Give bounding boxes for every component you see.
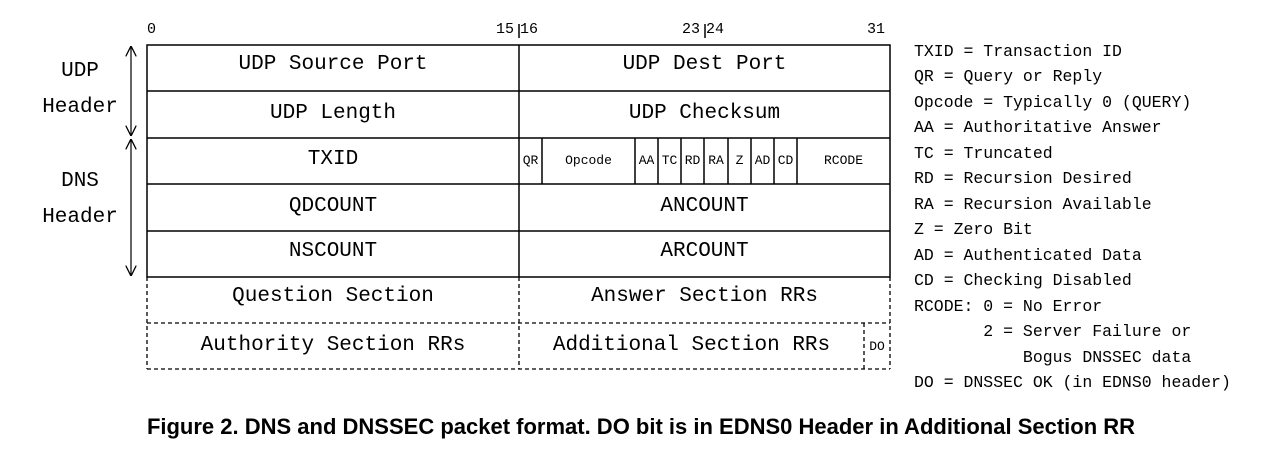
cd-flag: CD bbox=[777, 153, 794, 168]
legend-line: Z = Zero Bit bbox=[914, 220, 1033, 239]
txid-field: TXID bbox=[307, 148, 359, 171]
opcode-field: Opcode bbox=[565, 153, 612, 168]
legend-line: DO = DNSSEC OK (in EDNS0 header) bbox=[914, 373, 1231, 392]
figure-caption: Figure 2. DNS and DNSSEC packet format. … bbox=[146, 414, 1136, 439]
legend-line: Bogus DNSSEC data bbox=[914, 347, 1192, 367]
udp-length-field: UDP Length bbox=[269, 102, 397, 125]
udp-checksum-field: UDP Checksum bbox=[628, 102, 781, 125]
ad-flag: AD bbox=[754, 153, 771, 168]
legend-line: AA = Authoritative Answer bbox=[914, 118, 1162, 137]
legend-line: AD = Authenticated Data bbox=[914, 245, 1142, 265]
tc-flag: TC bbox=[661, 153, 678, 168]
legend-line: RCODE: 0 = No Error bbox=[914, 296, 1103, 316]
legend-line: CD = Checking Disabled bbox=[914, 271, 1132, 290]
udp-header-label: UDP Header bbox=[42, 60, 118, 119]
answer-section: Answer Section RRs bbox=[591, 285, 818, 308]
question-section: Question Section bbox=[232, 285, 434, 308]
abbreviation-legend: TXID = Transaction ID QR = Query or Reply… bbox=[914, 13, 1231, 421]
do-bit: DO bbox=[869, 339, 885, 354]
additional-section: Additional Section RRs bbox=[552, 334, 831, 357]
legend-line: 2 = Server Failure or bbox=[914, 322, 1192, 341]
udp-source-port-field: UDP Source Port bbox=[238, 53, 428, 76]
arcount-field: ARCOUNT bbox=[660, 240, 749, 263]
legend-line: TXID = Transaction ID bbox=[914, 41, 1122, 61]
authority-section: Authority Section RRs bbox=[200, 334, 466, 357]
z-flag: Z bbox=[735, 153, 744, 168]
rd-flag: RD bbox=[684, 153, 701, 168]
nscount-field: NSCOUNT bbox=[288, 240, 378, 263]
legend-line: RA = Recursion Available bbox=[914, 194, 1152, 214]
legend-line: RD = Recursion Desired bbox=[914, 169, 1132, 188]
ra-flag: RA bbox=[708, 153, 724, 168]
dns-header-label: DNS Header bbox=[42, 170, 118, 229]
ancount-field: ANCOUNT bbox=[660, 195, 749, 218]
legend-line: TC = Truncated bbox=[914, 143, 1053, 163]
legend-line: Opcode = Typically 0 (QUERY) bbox=[914, 92, 1192, 112]
aa-flag: AA bbox=[638, 153, 655, 168]
legend-line: QR = Query or Reply bbox=[914, 67, 1103, 86]
udp-dest-port-field: UDP Dest Port bbox=[622, 53, 787, 76]
qdcount-field: QDCOUNT bbox=[288, 195, 378, 218]
rcode-field: RCODE bbox=[823, 153, 863, 168]
qr-flag: QR bbox=[522, 153, 539, 168]
